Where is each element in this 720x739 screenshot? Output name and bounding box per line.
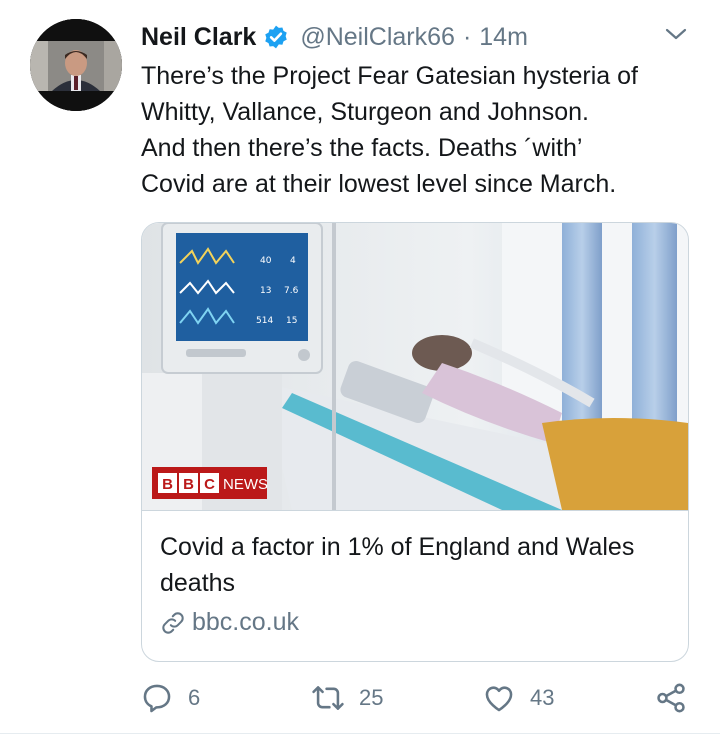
monitor-readout-6: 15: [286, 316, 297, 326]
author-name[interactable]: Neil Clark: [141, 23, 256, 52]
bbc-news-logo: B B C NEWS: [152, 467, 268, 499]
heart-icon: [485, 686, 513, 712]
monitor-readout-1: 40: [260, 256, 272, 266]
card-domain-text: bbc.co.uk: [192, 608, 300, 636]
action-bar: 6 25 43: [0, 675, 720, 723]
verified-badge-icon: [263, 24, 289, 50]
bbc-news-word: NEWS: [223, 476, 268, 493]
reply-count: 6: [188, 685, 201, 710]
card-title[interactable]: Covid a factor in 1% of England and Wale…: [160, 529, 670, 601]
like-count: 43: [530, 685, 555, 710]
bbc-letter-b2: B: [183, 476, 194, 493]
link-icon: [162, 611, 184, 634]
tweet-text: There’s the Project Fear Gatesian hyster…: [141, 62, 638, 198]
avatar[interactable]: [30, 19, 122, 111]
tweet-header: Neil Clark @NeilClark66 · 14m: [141, 20, 528, 54]
separator-dot: ·: [462, 22, 472, 51]
tweet-time[interactable]: 14m: [479, 23, 528, 52]
avatar-photo: [30, 19, 122, 111]
bbc-letter-b1: B: [162, 476, 173, 493]
retweet-count: 25: [359, 685, 384, 710]
monitor-readout-4: 7.6: [284, 286, 299, 296]
bottom-divider: [0, 733, 720, 734]
retweet-button[interactable]: 25: [311, 675, 383, 721]
retweet-icon: [312, 686, 344, 710]
bbc-letter-c: C: [204, 476, 215, 493]
monitor-readout-5: 514: [256, 316, 273, 326]
monitor-readout-2: 4: [290, 256, 296, 266]
reply-icon: [143, 684, 171, 713]
card-divider: [142, 510, 688, 511]
monitor-readout-3: 13: [260, 286, 271, 296]
reply-button[interactable]: 6: [140, 675, 200, 721]
like-button[interactable]: 43: [482, 675, 554, 721]
share-icon: [657, 683, 685, 713]
more-options-chevron-down-icon[interactable]: [664, 26, 688, 42]
card-domain[interactable]: bbc.co.uk: [160, 608, 299, 637]
share-button[interactable]: [654, 675, 688, 721]
tweet: Neil Clark @NeilClark66 · 14m There’s th…: [0, 0, 720, 739]
link-card[interactable]: 40 4 13 7.6 514 15 B B C NEWS Covid a fa…: [141, 222, 689, 662]
card-image: 40 4 13 7.6 514 15 B B C NEWS: [142, 223, 688, 510]
author-handle[interactable]: @NeilClark66: [300, 23, 455, 52]
